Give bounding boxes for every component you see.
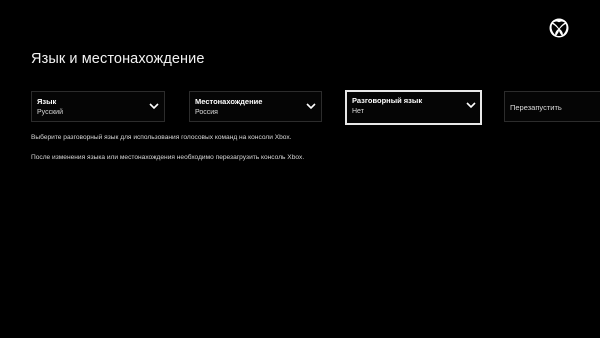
speech-language-value: Нет [352, 108, 364, 115]
restart-info: После изменения языка или местонахождени… [31, 154, 305, 161]
language-dropdown[interactable]: Язык Русский [31, 91, 165, 122]
location-label: Местонахождение [195, 97, 263, 106]
speech-language-label: Разговорный язык [352, 96, 423, 105]
location-value: Россия [195, 109, 218, 116]
language-label: Язык [37, 97, 57, 106]
restart-button[interactable]: Перезапустить [504, 91, 600, 122]
page-title: Язык и местонахождение [31, 51, 205, 67]
speech-language-info: Выберите разговорный язык для использова… [31, 134, 292, 141]
language-value: Русский [37, 109, 63, 116]
speech-language-dropdown[interactable]: Разговорный язык Нет [345, 90, 482, 125]
chevron-down-icon [149, 103, 159, 110]
chevron-down-icon [466, 102, 476, 109]
chevron-down-icon [306, 103, 316, 110]
restart-label: Перезапустить [510, 103, 562, 112]
location-dropdown[interactable]: Местонахождение Россия [189, 91, 322, 122]
xbox-logo-icon [549, 18, 569, 38]
